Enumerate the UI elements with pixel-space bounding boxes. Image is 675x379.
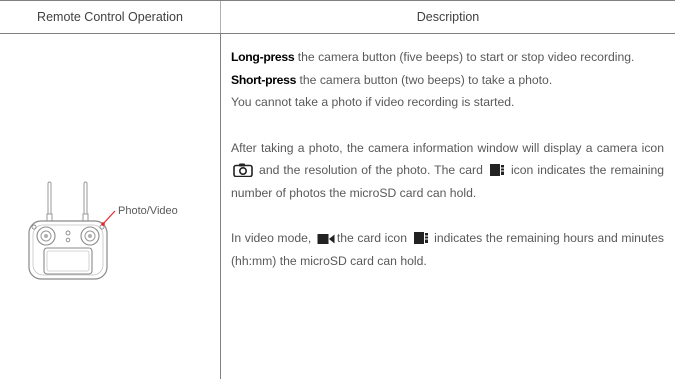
column-divider bbox=[220, 34, 221, 379]
photo-info-paragraph: After taking a photo, the camera informa… bbox=[231, 137, 664, 205]
operation-table: Remote Control Operation Description Pho… bbox=[0, 0, 675, 379]
sd-card-icon bbox=[413, 232, 428, 244]
camera-icon bbox=[233, 163, 253, 177]
photo-video-callout: Photo/Video bbox=[118, 205, 178, 217]
photo-info-text-a: After taking a photo, the camera informa… bbox=[231, 140, 664, 155]
header-remote-control-operation: Remote Control Operation bbox=[37, 10, 183, 24]
video-mode-paragraph: In video mode, the card icon indicates t… bbox=[231, 227, 664, 272]
short-press-paragraph: Short-press the camera button (two beeps… bbox=[231, 69, 664, 92]
remote-controller-illustration bbox=[28, 181, 116, 280]
photo-info-text-b: and the resolution of the photo. The car… bbox=[255, 163, 487, 177]
short-press-text: the camera button (two beeps) to take a … bbox=[296, 72, 553, 87]
header-description: Description bbox=[416, 10, 480, 24]
video-mode-text-a: In video mode, bbox=[231, 231, 315, 245]
description-cell: Long-press the camera button (five beeps… bbox=[231, 46, 664, 272]
sd-card-icon bbox=[489, 164, 504, 176]
video-camera-icon bbox=[317, 234, 335, 244]
video-mode-text-b: the card icon bbox=[336, 231, 411, 245]
long-press-text: the camera button (five beeps) to start … bbox=[294, 50, 635, 64]
long-press-label: Long-press bbox=[231, 50, 295, 64]
short-press-label: Short-press bbox=[231, 72, 297, 87]
long-press-paragraph: Long-press the camera button (five beeps… bbox=[231, 46, 664, 69]
photo-restriction-note: You cannot take a photo if video recordi… bbox=[231, 95, 515, 109]
table-header: Remote Control Operation Description bbox=[0, 0, 675, 34]
